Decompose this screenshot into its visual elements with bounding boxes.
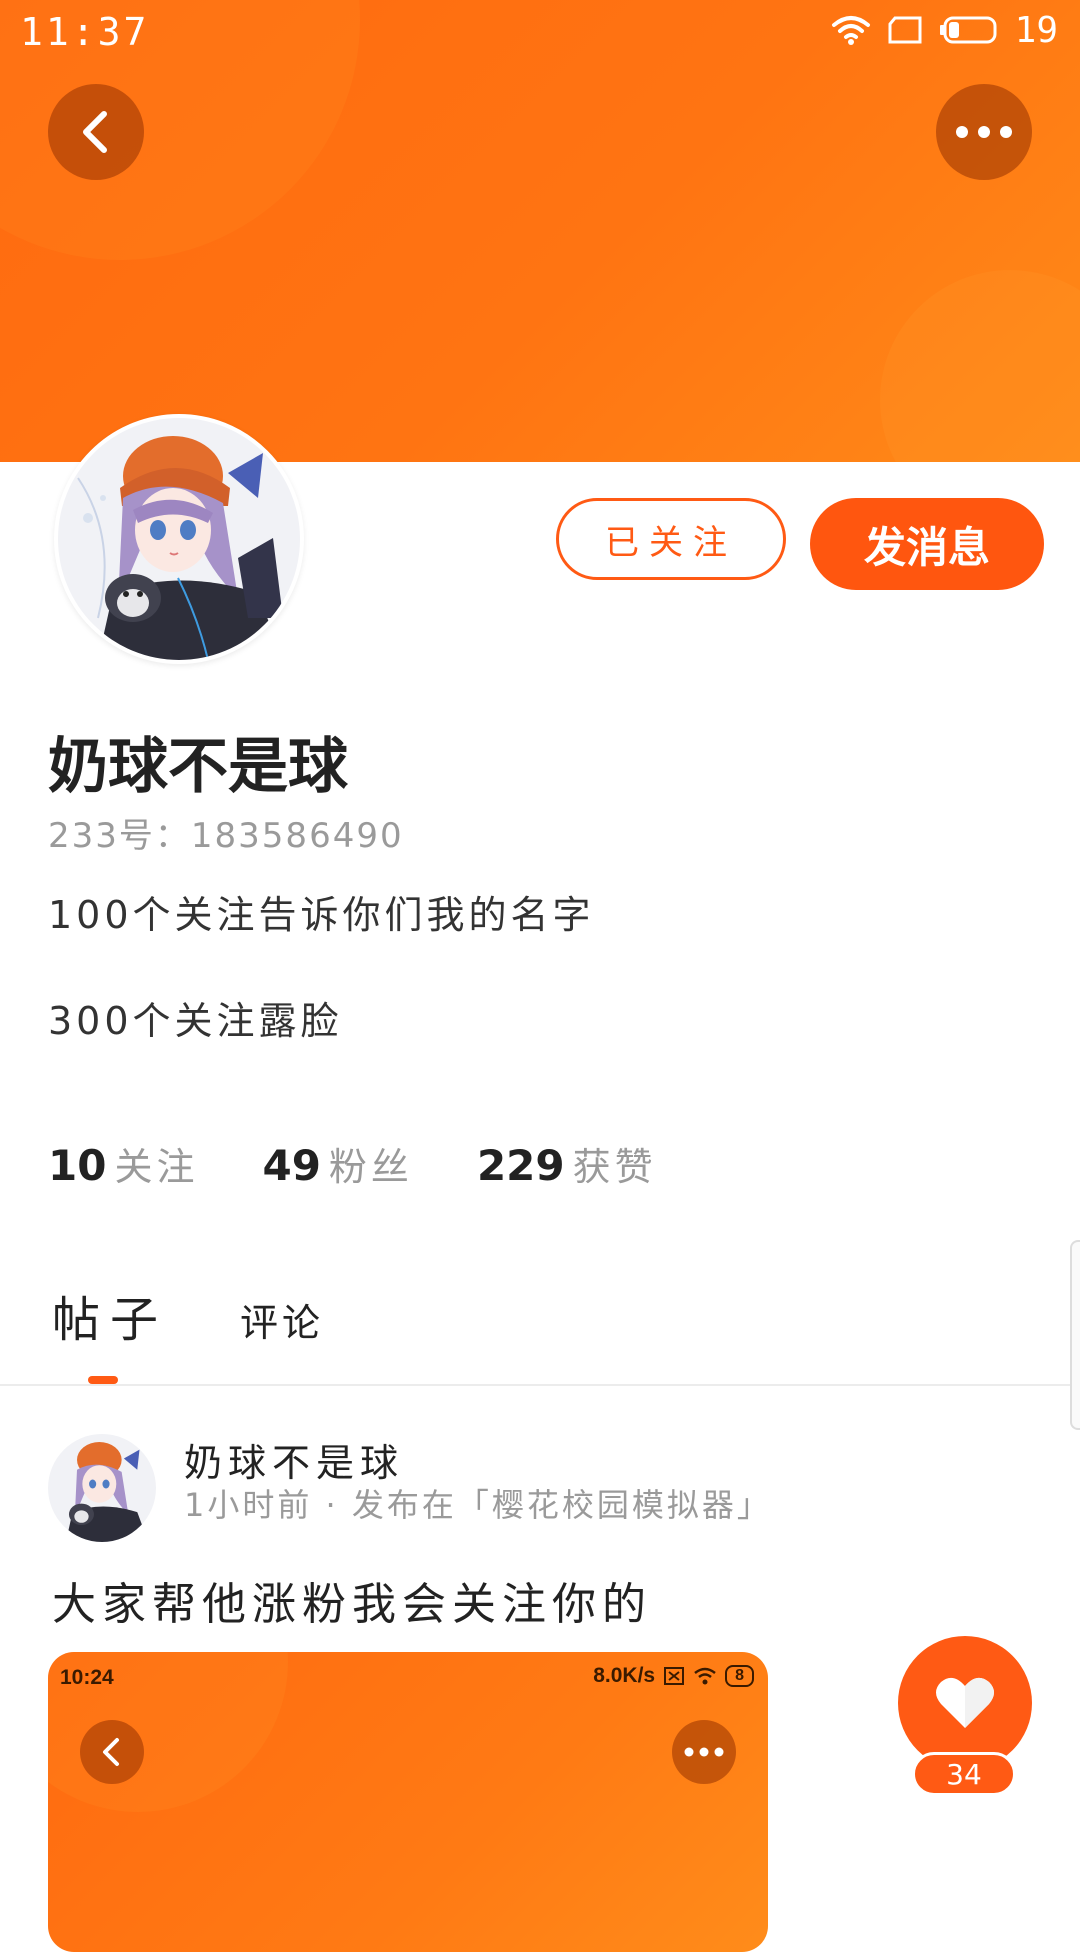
- more-button[interactable]: [936, 84, 1032, 180]
- bio-line-1: 100个关注告诉你们我的名字: [48, 893, 595, 937]
- anime-girl-avatar: [58, 418, 300, 660]
- more-dots-icon: [956, 126, 1012, 138]
- profile-avatar[interactable]: [54, 414, 304, 664]
- stat-label: 粉丝: [328, 1145, 413, 1189]
- user-id-label: 233号：: [48, 816, 191, 856]
- stat-label: 获赞: [572, 1145, 657, 1189]
- post-meta: 1小时前 · 发布在「樱花校园模拟器」: [184, 1486, 772, 1524]
- tabs-divider: [0, 1384, 1080, 1386]
- stat-followers[interactable]: 49 粉丝: [262, 1136, 412, 1191]
- header-decoration: [880, 270, 1080, 462]
- anime-girl-avatar: [48, 1434, 156, 1542]
- image-status-icons: 8.0K/s 8: [593, 1664, 754, 1688]
- profile-stats: 10 关注 49 粉丝 229 获赞: [48, 1136, 657, 1191]
- stat-likes: 229 获赞: [477, 1136, 657, 1191]
- stat-label: 关注: [114, 1145, 199, 1189]
- image-more-button: [672, 1720, 736, 1784]
- bio-line-2: 300个关注露脸: [48, 999, 343, 1043]
- active-tab-indicator: [88, 1376, 118, 1384]
- post-image[interactable]: 10:24 8.0K/s 8: [48, 1652, 768, 1952]
- post-text: 大家帮他涨粉我会关注你的: [52, 1579, 652, 1630]
- more-dots-icon: [684, 1747, 724, 1757]
- profile-tabs: 帖子 评论: [52, 1280, 324, 1350]
- stat-following[interactable]: 10 关注: [48, 1136, 198, 1191]
- back-button[interactable]: [48, 84, 144, 180]
- like-count: 34: [912, 1752, 1016, 1796]
- stat-value: 49: [262, 1141, 321, 1190]
- stat-value: 10: [48, 1141, 107, 1190]
- stat-value: 229: [476, 1141, 565, 1190]
- back-arrow-icon: [103, 1738, 119, 1766]
- sim-icon: [888, 16, 922, 44]
- image-status-time: 10:24: [60, 1666, 114, 1689]
- profile-header-background: [0, 0, 1080, 462]
- post-author-avatar[interactable]: [48, 1434, 156, 1542]
- tab-comments[interactable]: 评论: [240, 1292, 324, 1347]
- side-scroll-handle[interactable]: [1070, 1240, 1080, 1430]
- status-bar: 11:37 19: [0, 0, 1080, 62]
- status-time: 11:37: [20, 10, 150, 54]
- user-id-value: 183586490: [190, 816, 404, 856]
- back-arrow-icon: [83, 111, 107, 153]
- like-button[interactable]: [898, 1636, 1032, 1770]
- wifi-icon: [831, 16, 870, 45]
- battery-level: 19: [1014, 9, 1058, 51]
- user-id: 233号：183586490: [48, 808, 404, 857]
- wifi-icon: [694, 1667, 716, 1685]
- image-battery: 8: [725, 1665, 754, 1687]
- status-icons: 19: [831, 9, 1058, 51]
- image-net-speed: 8.0K/s: [593, 1664, 656, 1687]
- post-author-name[interactable]: 奶球不是球: [184, 1432, 404, 1487]
- image-back-button: [80, 1720, 144, 1784]
- send-message-button[interactable]: 发消息: [810, 498, 1044, 590]
- battery-icon: [939, 16, 997, 44]
- heart-icon: [936, 1677, 994, 1728]
- tab-posts[interactable]: 帖子: [52, 1280, 168, 1350]
- no-sim-icon: [664, 1667, 685, 1685]
- username: 奶球不是球: [48, 732, 348, 802]
- followed-button[interactable]: 已关注: [556, 498, 786, 580]
